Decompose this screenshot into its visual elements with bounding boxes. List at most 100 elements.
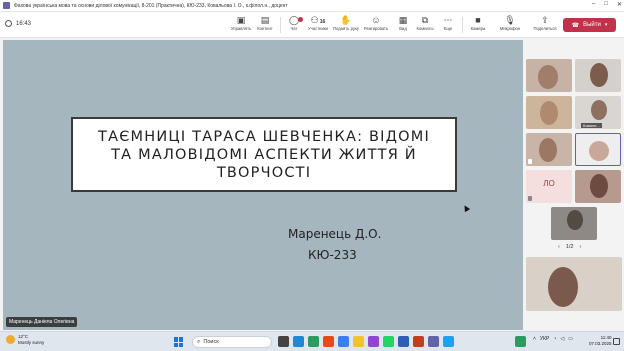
battery-icon[interactable]: ▭ (568, 336, 573, 342)
leave-label: Выйти (583, 22, 601, 28)
raise-hand-label: Поднять руку (333, 26, 359, 31)
meeting-toolbar: 16:43 ▣ Управлять ▤ Контент ◯ Чат ⚇16 Уч… (0, 12, 624, 38)
phone-icon: ☎ (571, 22, 580, 29)
chrome-icon[interactable] (338, 336, 349, 347)
participant-video-tile[interactable]: Ковале... (575, 96, 621, 129)
participant-video-tile[interactable] (526, 59, 572, 92)
maximize-button[interactable]: □ (604, 1, 608, 8)
participant-initials: ЛО (543, 179, 555, 188)
chevron-up-icon[interactable]: ˄ (533, 336, 536, 342)
more-button[interactable]: ⋯ Еще (433, 15, 463, 31)
start-button[interactable] (174, 337, 184, 347)
window-title: Фахова українська мова та основи ділової… (14, 2, 288, 9)
meeting-duration: 16:43 (16, 20, 32, 27)
participants-button[interactable]: ⚇16 Участники (303, 15, 333, 31)
wifi-icon[interactable]: ◔ (553, 336, 556, 342)
taskbar-search[interactable]: ⌕ Поиск (192, 336, 272, 348)
windows-logo-icon (174, 337, 178, 342)
teams-app-icon (3, 2, 10, 9)
presenter-name-tag: Маренець Даніела Олегівна (6, 317, 78, 327)
weather-widget[interactable]: 12°C Mostly sunny (6, 334, 44, 345)
raise-hand-button[interactable]: ✋ Поднять руку (331, 15, 361, 31)
system-tray: ˄ УКР ◔ ◁ ▭ (533, 336, 573, 342)
participant-initials-tile[interactable]: ЛО (526, 170, 572, 203)
participant-video-tile[interactable] (575, 59, 621, 92)
app-icon[interactable] (368, 336, 379, 347)
participant-face (591, 100, 607, 120)
tray-app-icon[interactable] (515, 336, 526, 347)
participant-face (590, 174, 608, 198)
telegram-icon[interactable] (443, 336, 454, 347)
people-icon: ⚇16 (310, 15, 326, 25)
participant-gallery: Ковале... ЛО ‹ 1/2 › (524, 40, 624, 330)
weather-desc: Mostly sunny (18, 339, 45, 345)
shield-icon (5, 20, 12, 27)
shared-screen: ТАЄМНИЦІ ТАРАСА ШЕВЧЕНКА: ВІДОМІ ТА МАЛО… (3, 40, 523, 330)
mic-off-icon (528, 196, 532, 201)
system-clock[interactable]: 11:40 07.03.2025 (589, 335, 612, 347)
more-label: Еще (443, 26, 453, 31)
slide-title: ТАЄМНИЦІ ТАРАСА ШЕВЧЕНКА: ВІДОМІ ТА МАЛО… (98, 128, 430, 181)
volume-icon[interactable]: ◁ (560, 336, 564, 342)
sun-icon (6, 335, 15, 344)
minimize-button[interactable]: – (592, 1, 595, 8)
participant-face (540, 101, 558, 125)
search-placeholder: Поиск (203, 339, 219, 345)
clock-date: 07.03.2025 (589, 341, 612, 346)
leave-button[interactable]: ☎ Выйти ▾ (563, 18, 616, 32)
participant-video-tile[interactable] (526, 96, 572, 129)
participant-name: Ковале... (581, 123, 602, 128)
teams-icon[interactable] (428, 336, 439, 347)
slide-group: КЮ-233 (308, 248, 357, 262)
language-indicator[interactable]: УКР (540, 336, 549, 342)
participant-video-tile[interactable] (526, 133, 572, 166)
share-icon: ⇪ (541, 15, 549, 25)
slide-author: Маренець Д.О. (288, 227, 382, 241)
gallery-pager: ‹ 1/2 › (558, 244, 581, 250)
participant-face (590, 63, 608, 87)
content-button[interactable]: ▤ Контент (250, 15, 280, 31)
share-label: Поделиться (533, 26, 557, 31)
participant-video-tile[interactable] (551, 207, 597, 240)
microphone-button[interactable]: 🎙 Микрофон (495, 15, 525, 31)
windows-taskbar: 12°C Mostly sunny ⌕ Поиск ˄ УКР ◔ ◁ ▭ 11… (0, 331, 624, 351)
slide-title-box: ТАЄМНИЦІ ТАРАСА ШЕВЧЕНКА: ВІДОМІ ТА МАЛО… (71, 117, 457, 192)
react-button[interactable]: ☺ Реагировать (361, 15, 391, 31)
camera-button[interactable]: ■ Камера (463, 15, 493, 31)
chevron-left-icon[interactable]: ‹ (558, 244, 560, 250)
meeting-timer: 16:43 (5, 20, 31, 27)
microphone-label: Микрофон (499, 26, 521, 31)
mouse-cursor-icon (461, 203, 471, 213)
participants-label: Участники (307, 26, 328, 31)
word-icon[interactable] (398, 336, 409, 347)
share-button[interactable]: ⇪ Поделиться (530, 15, 560, 31)
participant-avatar-tile[interactable] (575, 133, 621, 166)
whatsapp-icon[interactable] (383, 336, 394, 347)
powerpoint-icon[interactable] (413, 336, 424, 347)
content-label: Контент (257, 26, 273, 31)
participant-face (538, 65, 558, 89)
participant-face (539, 138, 557, 162)
react-icon: ☺ (371, 15, 381, 25)
mic-off-icon (528, 159, 532, 164)
camera-icon: ■ (475, 15, 481, 25)
chevron-right-icon[interactable]: › (580, 244, 582, 250)
app-icon[interactable] (308, 336, 319, 347)
react-label: Реагировать (363, 26, 389, 31)
participant-face (548, 267, 578, 307)
file-explorer-icon[interactable] (353, 336, 364, 347)
weather-text: 12°C Mostly sunny (18, 334, 44, 345)
search-icon: ⌕ (197, 338, 201, 345)
app-icon[interactable] (323, 336, 334, 347)
participant-face (567, 210, 583, 230)
notification-icon[interactable] (613, 338, 620, 345)
self-view-video[interactable] (526, 257, 622, 311)
chevron-down-icon[interactable]: ▾ (605, 22, 608, 28)
avatar (589, 141, 609, 161)
edge-icon[interactable] (293, 336, 304, 347)
close-window-button[interactable]: ✕ (617, 1, 622, 8)
window-controls: – □ ✕ (592, 1, 622, 8)
more-icon: ⋯ (443, 15, 453, 25)
task-view-icon[interactable] (278, 336, 289, 347)
participant-video-tile[interactable] (575, 170, 621, 203)
